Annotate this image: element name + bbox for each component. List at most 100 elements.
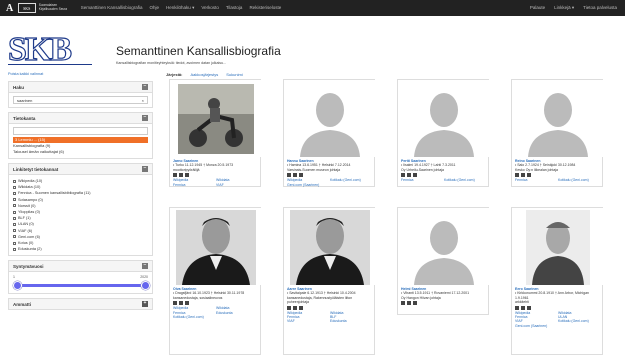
- biography-icon[interactable]: [173, 173, 177, 178]
- linked-db-panel: Linkitetyt tietokannat − Wikipedia (10) Wi…: [8, 163, 153, 257]
- biography-icon[interactable]: [287, 173, 291, 178]
- person-description: moottoripyöräilijä: [173, 167, 200, 172]
- external-link[interactable]: Eduskunta: [216, 311, 259, 315]
- person-card[interactable]: Reino Saarinen • Salo 2.7.1924 † Seinäjok…: [511, 79, 604, 187]
- sidebar: Haku − saarinen × Tietokanta − 3 Lemmiu ...…: [8, 81, 153, 314]
- nav-home[interactable]: Semanttinen Kansallisbiografia: [81, 5, 143, 11]
- person-photo[interactable]: [512, 80, 604, 157]
- bookshelf-icon[interactable]: [527, 173, 531, 178]
- external-link[interactable]: Fennica: [515, 178, 558, 182]
- page-header: SKB Semanttinen Kansallisbiografia Kansa…: [7, 32, 618, 73]
- book-icon[interactable]: [179, 173, 183, 178]
- person-photo[interactable]: [398, 80, 490, 157]
- bookshelf-icon[interactable]: [185, 173, 189, 178]
- biography-icon[interactable]: [515, 173, 519, 178]
- checkbox[interactable]: [13, 247, 16, 251]
- external-link[interactable]: Geni.com (Saarinen): [515, 324, 558, 328]
- book-icon[interactable]: [521, 305, 525, 310]
- person-photo[interactable]: [170, 80, 262, 157]
- person-card[interactable]: Helmi Saarinen • Vihanti 13.5.1911 † Rova…: [397, 207, 490, 315]
- book-icon[interactable]: [293, 305, 297, 310]
- external-link[interactable]: Geni.com (Saarinen): [287, 183, 330, 187]
- biography-icon[interactable]: [401, 173, 405, 178]
- person-card[interactable]: Aarre Saarinen • Savitaipale 6.12.1913 † …: [283, 207, 376, 355]
- checkbox[interactable]: [13, 241, 16, 245]
- book-icon[interactable]: [179, 301, 183, 306]
- collapse-icon[interactable]: −: [142, 115, 148, 121]
- clear-icon[interactable]: ×: [142, 98, 144, 103]
- person-card[interactable]: Eero Saarinen • Kirkkonummi 20.8.1910 † A…: [511, 207, 604, 355]
- checkbox[interactable]: [13, 216, 16, 220]
- external-link[interactable]: Kotikalu (Geni.com): [173, 315, 216, 319]
- checkbox[interactable]: [13, 192, 16, 195]
- person-card[interactable]: Jarno Saarinen • Turku 11.12.1945 † Monza…: [169, 79, 262, 187]
- book-icon[interactable]: [521, 173, 525, 178]
- bookshelf-icon[interactable]: [413, 173, 417, 178]
- collapse-icon[interactable]: −: [142, 166, 148, 172]
- external-link[interactable]: Kotikalu (Geni.com): [558, 319, 601, 323]
- search-input[interactable]: saarinen ×: [13, 96, 148, 104]
- book-icon[interactable]: [407, 173, 411, 178]
- source-item[interactable]: Talousel ämän vaikuttajat (6): [13, 149, 148, 155]
- source-filter-input[interactable]: [13, 127, 148, 135]
- checkbox[interactable]: [13, 204, 16, 208]
- book-icon[interactable]: [407, 301, 411, 306]
- biography-icon[interactable]: [401, 301, 405, 306]
- biography-icon[interactable]: [515, 305, 519, 310]
- person-card[interactable]: Oiva Saarinen • Dragsfjärd 16.10.1923 † H…: [169, 207, 262, 355]
- person-card[interactable]: Hannu Saarinen • Hamina 13.6.1951 † Helsi…: [283, 79, 376, 187]
- collapse-icon[interactable]: −: [142, 84, 148, 90]
- external-link[interactable]: Fennica: [173, 183, 216, 187]
- checkbox[interactable]: [13, 185, 16, 189]
- sort-surname[interactable]: Sukunimi: [226, 72, 242, 77]
- sort-alphabetical[interactable]: Aakkosjärjestys: [190, 72, 218, 77]
- biography-icon[interactable]: [287, 305, 291, 310]
- nav-feedback[interactable]: Palaute: [530, 5, 545, 11]
- external-link[interactable]: VIAF: [287, 319, 330, 323]
- external-link[interactable]: Eduskunta: [330, 319, 373, 323]
- year-slider[interactable]: [13, 281, 150, 291]
- external-link[interactable]: Kotikalu (Geni.com): [330, 178, 373, 182]
- person-photo[interactable]: [170, 208, 262, 285]
- nav-network[interactable]: Verkosto: [201, 5, 219, 11]
- external-link[interactable]: Kotikalu (Geni.com): [558, 178, 601, 182]
- external-link[interactable]: Kotikalu (Geni.com): [444, 178, 487, 182]
- checkbox[interactable]: [13, 229, 16, 233]
- biography-icon[interactable]: [173, 301, 177, 306]
- collapse-icon[interactable]: −: [142, 263, 148, 270]
- year-min: 1: [13, 275, 15, 280]
- external-links: Fennica Kotikalu (Geni.com): [401, 178, 487, 182]
- sks-logo[interactable]: SKS: [17, 3, 36, 13]
- checkbox[interactable]: [13, 198, 16, 202]
- external-link[interactable]: VIAF: [216, 183, 259, 187]
- checkbox[interactable]: [13, 223, 16, 227]
- checkbox[interactable]: [13, 179, 16, 183]
- slider-handle-high[interactable]: [141, 281, 150, 291]
- person-photo[interactable]: [284, 80, 376, 157]
- slider-handle-low[interactable]: [13, 281, 22, 291]
- person-card[interactable]: Pertti Saarinen • Iisalmi 19.4.1927 † Lah…: [397, 79, 490, 187]
- nav-person-search[interactable]: Henkilöhaku ▾: [166, 5, 194, 11]
- expand-icon[interactable]: +: [142, 301, 148, 308]
- person-photo[interactable]: [398, 208, 490, 285]
- bookshelf-icon[interactable]: [185, 301, 189, 306]
- bookshelf-icon[interactable]: [413, 301, 417, 306]
- linked-db-option[interactable]: Eduskunta (2): [13, 246, 148, 252]
- person-photo[interactable]: [512, 208, 604, 285]
- source-icons: [515, 305, 601, 310]
- book-icon[interactable]: [293, 173, 297, 178]
- bookshelf-icon[interactable]: [527, 305, 531, 310]
- person-photo[interactable]: [284, 208, 376, 285]
- nav-links[interactable]: Linkkejä ▾: [554, 5, 574, 11]
- clear-all-link[interactable]: Poista kaikki valinnat: [8, 72, 43, 76]
- checkbox[interactable]: [13, 235, 16, 239]
- nav-privacy[interactable]: Rekisteriseloste: [249, 5, 281, 11]
- app-logo[interactable]: A: [6, 3, 13, 14]
- checkbox[interactable]: [13, 210, 16, 214]
- nav-statistics[interactable]: Tilastoja: [226, 5, 243, 11]
- bookshelf-icon[interactable]: [299, 173, 303, 178]
- external-link[interactable]: Fennica: [401, 178, 444, 182]
- nav-about[interactable]: Tietoa palvelusta: [583, 5, 617, 11]
- bookshelf-icon[interactable]: [299, 305, 303, 310]
- nav-help[interactable]: Ohje: [150, 5, 160, 11]
